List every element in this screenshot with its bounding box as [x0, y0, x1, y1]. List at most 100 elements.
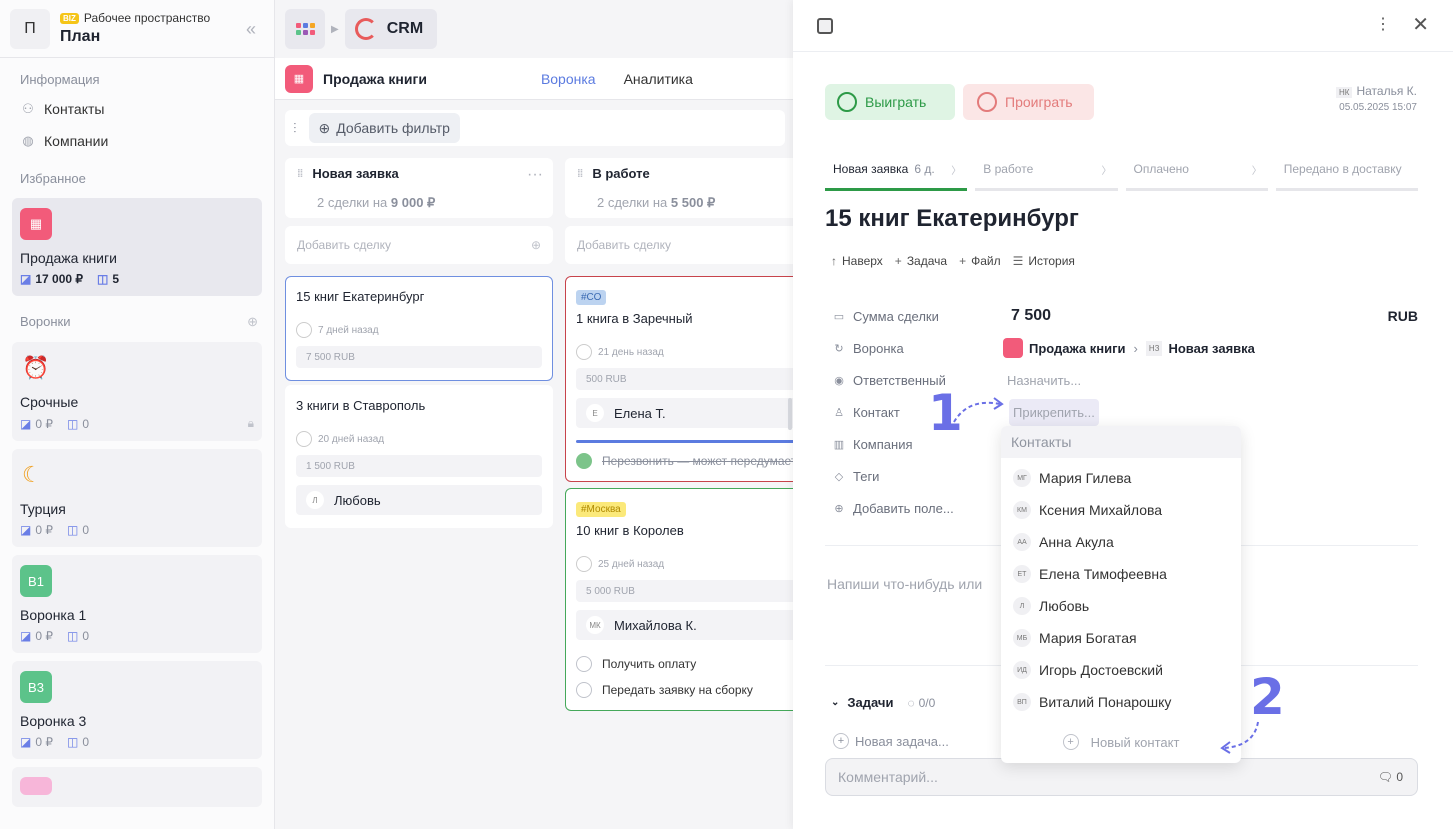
- lose-button[interactable]: Проиграть: [963, 84, 1094, 120]
- funnel-card-partial[interactable]: [12, 767, 262, 807]
- action-task[interactable]: + Задача: [895, 254, 947, 268]
- plus-circle-icon: +: [1062, 734, 1079, 750]
- comments-counter[interactable]: 🗨︎ 0: [1378, 770, 1403, 784]
- funnel-value[interactable]: Продажа книги › НЗ Новая заявка: [1003, 338, 1255, 358]
- attach-contact-button[interactable]: Прикрепить...: [1009, 398, 1099, 426]
- contact-option[interactable]: Л Любовь: [1001, 590, 1241, 622]
- contact-name: Анна Акула: [1039, 534, 1114, 550]
- card-stats: ◪ 0 ₽ ◫ 0: [20, 629, 254, 643]
- chevron-right-icon: 〉: [951, 165, 962, 177]
- deal-title[interactable]: 15 книг Екатеринбург: [825, 205, 1079, 233]
- stage-initials: НЗ: [1145, 340, 1163, 356]
- contact-option[interactable]: ВП Виталий Понарошку: [1001, 686, 1241, 718]
- more-icon[interactable]: ···: [527, 166, 543, 184]
- sliders-icon[interactable]: ⫶: [293, 120, 297, 137]
- apps-grid-icon[interactable]: [285, 9, 325, 49]
- stage-label: Оплачено: [1133, 162, 1189, 176]
- funnel-card-3[interactable]: В3 Воронка 3 ◪ 0 ₽ ◫ 0: [12, 661, 262, 759]
- contact-option[interactable]: ИД Игорь Достоевский: [1001, 654, 1241, 686]
- add-deal-button[interactable]: Добавить сделку ⊕: [285, 226, 553, 264]
- contact-option[interactable]: АА Анна Акула: [1001, 526, 1241, 558]
- favorites-section-label: Избранное: [20, 171, 86, 186]
- avatar: Е: [586, 404, 604, 422]
- contact-option[interactable]: ЕТ Елена Тимофеевна: [1001, 558, 1241, 590]
- crm-label: CRM: [386, 20, 424, 37]
- tab-analytics[interactable]: Аналитика: [624, 71, 693, 87]
- add-filter-button[interactable]: ⊕ Добавить фильтр: [308, 113, 460, 143]
- arrow-up-icon: ↑: [831, 254, 837, 268]
- deal-title: 10 книг в Королев: [576, 523, 684, 538]
- moon-icon: ☾: [22, 462, 42, 487]
- chevron-right-icon: 〉: [1101, 165, 1112, 177]
- drag-handle-icon[interactable]: ⁞⁞: [577, 168, 583, 180]
- collapse-sidebar-icon[interactable]: «: [246, 19, 256, 40]
- task-item[interactable]: Передать заявку на сборку: [576, 682, 822, 698]
- sidebar-item-contacts[interactable]: ⚇ Контакты: [0, 93, 274, 125]
- add-funnel-icon[interactable]: ⊕: [247, 314, 258, 330]
- contact-option[interactable]: МБ Мария Богатая: [1001, 622, 1241, 654]
- favorite-funnel-card[interactable]: ▦ Продажа книги ◪ 17 000 ₽ ◫ 5: [12, 198, 262, 296]
- deal-amount: 500 RUB: [576, 368, 822, 390]
- contact-option[interactable]: КМ Ксения Михайлова: [1001, 494, 1241, 526]
- more-vertical-icon[interactable]: ⋮: [1375, 14, 1391, 34]
- board: ▶ CRM ▦ Продажа книги Воронка Аналитика …: [275, 0, 833, 829]
- close-icon[interactable]: ✕: [1412, 12, 1429, 37]
- card-amount: 0 ₽: [35, 523, 53, 537]
- comment-input[interactable]: Комментарий... 🗨︎ 0: [825, 758, 1418, 796]
- biz-badge: BIZ: [60, 12, 79, 24]
- deal-card[interactable]: 3 книги в Ставрополь 20 дней назад 1 500…: [285, 385, 553, 528]
- deal-contact[interactable]: Л Любовь: [296, 485, 542, 515]
- deal-contact[interactable]: Е Елена Т.: [576, 398, 822, 428]
- contact-name: Ксения Михайлова: [1039, 502, 1163, 518]
- check-circle-icon[interactable]: [576, 682, 592, 698]
- funnel-card-turkey[interactable]: ☾ Турция ◪ 0 ₽ ◫ 0: [12, 449, 262, 547]
- deal-time: 7 дней назад: [318, 324, 379, 336]
- task-label: Передать заявку на сборку: [602, 683, 753, 697]
- stage-delivery[interactable]: Передано в доставку: [1275, 150, 1418, 191]
- amount-value[interactable]: 7 500: [1011, 307, 1051, 325]
- tab-funnel[interactable]: Воронка: [541, 71, 596, 87]
- crm-app-button[interactable]: CRM: [344, 9, 438, 49]
- new-task-button[interactable]: + Новая задача...: [833, 733, 949, 749]
- avatar: МБ: [1013, 629, 1031, 647]
- deal-amount: 1 500 RUB: [296, 455, 542, 477]
- contacts-list: МГ Мария Гилева КМ Ксения Михайлова АА Анна…: [1001, 458, 1241, 718]
- funnel-card-urgent[interactable]: ⏰ Срочные ◪ 0 ₽ ◫ 0 🔒︎: [12, 342, 262, 441]
- task-item[interactable]: Перезвонить — может передумает: [576, 453, 822, 469]
- win-label: Выиграть: [865, 94, 927, 110]
- card-title: Продажа книги: [20, 250, 117, 266]
- workspace-header[interactable]: П BIZ Рабочее пространство План «: [0, 0, 274, 58]
- avatar-icon: [576, 556, 592, 572]
- task-item[interactable]: Получить оплату: [576, 656, 822, 672]
- check-circle-icon[interactable]: [576, 656, 592, 672]
- deal-contact[interactable]: МК Михайлова К.: [576, 610, 822, 640]
- action-file[interactable]: + Файл: [959, 254, 1001, 268]
- sidebar-toggle-icon[interactable]: [817, 18, 833, 34]
- funnels-label: Воронки: [20, 314, 71, 329]
- sidebar-item-companies[interactable]: ◍ Компании: [0, 125, 274, 157]
- stage-paid[interactable]: Оплачено 〉: [1125, 150, 1268, 191]
- action-to-top[interactable]: ↑ Наверх: [831, 254, 883, 268]
- resize-handle[interactable]: [788, 398, 792, 430]
- breadcrumb-arrow-icon: ▶: [331, 23, 339, 35]
- column-header[interactable]: ⁞⁞ Новая заявка ··· 2 сделки на 9 000 ₽: [285, 158, 553, 218]
- assign-button[interactable]: Назначить...: [1007, 373, 1081, 388]
- contact-option[interactable]: МГ Мария Гилева: [1001, 462, 1241, 494]
- avatar: МК: [586, 616, 604, 634]
- contact-name: Виталий Понарошку: [1039, 694, 1172, 710]
- stage-in-progress[interactable]: В работе 〉: [975, 150, 1118, 191]
- new-contact-button[interactable]: + Новый контакт: [1001, 722, 1241, 762]
- deal-card[interactable]: 15 книг Екатеринбург 7 дней назад 7 500 …: [285, 276, 553, 381]
- currency-select[interactable]: RUB: [1388, 308, 1418, 324]
- annotation-arrow-2: [1220, 721, 1259, 754]
- check-circle-icon[interactable]: [576, 453, 592, 469]
- contacts-search-input[interactable]: Контакты: [1001, 426, 1241, 458]
- tasks-section-toggle[interactable]: ⌄ Задачи ◌ 0/0: [831, 695, 935, 710]
- funnel-card-1[interactable]: В1 Воронка 1 ◪ 0 ₽ ◫ 0: [12, 555, 262, 653]
- stage-new[interactable]: Новая заявка 6 д. 〉: [825, 150, 968, 191]
- win-button[interactable]: Выиграть: [825, 84, 955, 120]
- note-editor[interactable]: Напиши что-нибудь или: [827, 576, 982, 592]
- board-header: ▦ Продажа книги Воронка Аналитика: [275, 58, 795, 100]
- drag-handle-icon[interactable]: ⁞⁞: [297, 168, 303, 180]
- action-history[interactable]: ☰ История: [1013, 254, 1075, 268]
